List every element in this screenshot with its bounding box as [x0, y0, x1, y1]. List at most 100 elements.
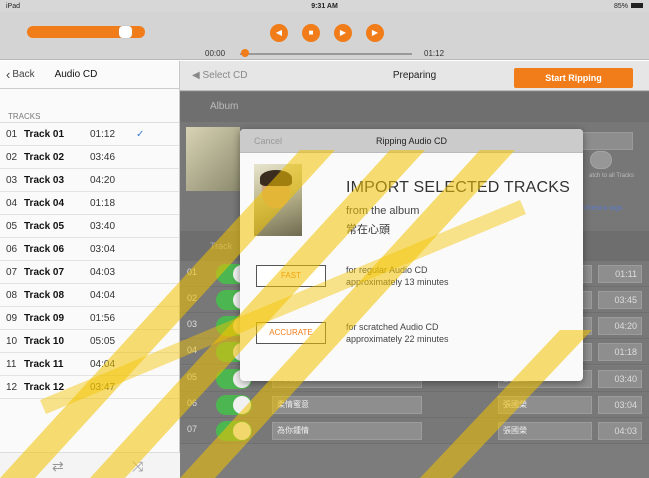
- track-number: 07: [6, 266, 18, 278]
- track-duration: 03:40: [90, 220, 116, 232]
- track-list: 01 Track 01 01:12 ✓ 02 Track 02 03:46 03 Track 0…: [0, 123, 179, 399]
- cover-hair: [260, 170, 292, 186]
- track-duration: 04:03: [90, 266, 116, 278]
- track-artist-field[interactable]: 張國榮: [498, 422, 592, 440]
- sidebar-track-row[interactable]: 03 Track 03 04:20: [0, 169, 179, 192]
- sidebar-track-row[interactable]: 05 Track 05 03:40: [0, 215, 179, 238]
- shuffle-icon[interactable]: ⤨: [132, 458, 143, 475]
- sidebar-track-row[interactable]: 02 Track 02 03:46: [0, 146, 179, 169]
- track-title: Track 11: [24, 358, 64, 370]
- track-duration: 01:11: [598, 265, 642, 283]
- track-duration: 01:12: [90, 128, 116, 140]
- album-name: 常在心頭: [346, 224, 390, 236]
- accurate-description-line2: approximately 22 minutes: [346, 334, 449, 344]
- track-duration: 03:47: [90, 381, 116, 393]
- track-number: 02: [6, 151, 18, 163]
- track-number: 06: [187, 398, 198, 408]
- play-icon[interactable]: ▶: [334, 24, 352, 42]
- sidebar: ‹ Back Audio CD TRACKS 01 Track 01 01:12 ✓ 0…: [0, 61, 180, 478]
- album-section-header: Album: [180, 92, 649, 122]
- dialog-header: Cancel Ripping Audio CD: [240, 129, 583, 153]
- track-number: 04: [6, 197, 18, 209]
- sidebar-track-row[interactable]: 04 Track 04 01:18: [0, 192, 179, 215]
- tracks-section-header: TRACKS: [0, 89, 179, 123]
- orchestra-tags-link[interactable]: rchestra tags: [582, 205, 622, 212]
- repeat-icon[interactable]: ⇄: [52, 458, 64, 475]
- track-duration: 05:05: [90, 335, 116, 347]
- seek-knob[interactable]: [241, 49, 249, 57]
- sidebar-track-row[interactable]: 08 Track 08 04:04: [0, 284, 179, 307]
- track-title: Track 07: [24, 266, 65, 278]
- checkmark-icon: ✓: [136, 128, 145, 140]
- total-time: 01:12: [424, 49, 445, 58]
- include-track-toggle[interactable]: [216, 395, 252, 415]
- track-number: 03: [6, 174, 18, 186]
- chevron-left-icon: ‹: [6, 67, 11, 82]
- main-nav: ◀ Select CD Preparing Start Ripping: [180, 61, 649, 91]
- sidebar-nav: ‹ Back Audio CD: [0, 61, 179, 89]
- start-ripping-button[interactable]: Start Ripping: [514, 68, 633, 88]
- track-duration: 04:20: [598, 317, 642, 335]
- track-title: Track 10: [24, 335, 65, 347]
- fast-description-line2: approximately 13 minutes: [346, 277, 449, 287]
- stop-icon[interactable]: ■: [302, 24, 320, 42]
- include-track-toggle[interactable]: [216, 421, 252, 441]
- fast-description: for regular Audio CD approximately 13 mi…: [346, 264, 449, 288]
- seek-bar[interactable]: [240, 53, 412, 55]
- sidebar-track-row[interactable]: 09 Track 09 01:56: [0, 307, 179, 330]
- track-number: 11: [6, 358, 17, 370]
- fast-description-line1: for regular Audio CD: [346, 265, 428, 275]
- album-cover-background: [186, 127, 240, 191]
- track-duration: 01:18: [90, 197, 116, 209]
- fast-button[interactable]: FAST: [256, 265, 326, 287]
- track-title-field[interactable]: 柔情蜜意: [272, 396, 422, 414]
- rewind-icon[interactable]: ◀: [270, 24, 288, 42]
- track-duration: 03:46: [90, 151, 116, 163]
- sidebar-track-row[interactable]: 01 Track 01 01:12 ✓: [0, 123, 179, 146]
- track-duration: 04:03: [598, 422, 642, 440]
- dialog-title: Ripping Audio CD: [375, 136, 448, 146]
- track-duration: 03:04: [598, 396, 642, 414]
- accurate-button[interactable]: ACCURATE: [256, 322, 326, 344]
- back-button[interactable]: ‹ Back: [0, 67, 35, 82]
- track-number: 02: [187, 293, 198, 303]
- track-title: Track 08: [24, 289, 65, 301]
- status-time: 9:31 AM: [311, 2, 338, 10]
- apply-to-all-toggle[interactable]: [590, 151, 612, 169]
- track-number: 07: [187, 424, 198, 434]
- track-duration: 04:04: [90, 289, 116, 301]
- apply-to-all-label: atch to all Tracks: [589, 173, 635, 179]
- track-number: 08: [6, 289, 18, 301]
- album-field[interactable]: [575, 132, 633, 150]
- accurate-description: for scratched Audio CD approximately 22 …: [346, 321, 449, 345]
- track-title: Track 02: [24, 151, 65, 163]
- sidebar-track-row[interactable]: 11 Track 11 04:04: [0, 353, 179, 376]
- track-title: Track 05: [24, 220, 65, 232]
- player-controls: ◀ ◀ ■ ▶ ▶ 00:00 01:12: [0, 12, 649, 60]
- track-title: Track 01: [24, 128, 65, 140]
- fast-forward-icon[interactable]: ▶: [366, 24, 384, 42]
- track-artist-field[interactable]: 張國榮: [498, 396, 592, 414]
- sidebar-track-row[interactable]: 06 Track 06 03:04: [0, 238, 179, 261]
- import-heading: IMPORT SELECTED TRACKS: [346, 179, 571, 196]
- track-title-field[interactable]: 為你鍾情: [272, 422, 422, 440]
- sidebar-track-row[interactable]: 10 Track 10 05:05: [0, 330, 179, 353]
- track-number: 06: [6, 243, 18, 255]
- album-cover: [254, 164, 302, 236]
- status-bar: iPad 9:31 AM 85%: [0, 0, 649, 12]
- sidebar-track-row[interactable]: 07 Track 07 04:03: [0, 261, 179, 284]
- sidebar-track-row[interactable]: 12 Track 12 03:47: [0, 376, 179, 399]
- track-row: 06 柔情蜜意 張國榮 03:04: [180, 392, 649, 418]
- volume-knob[interactable]: [119, 26, 133, 38]
- track-duration: 04:20: [90, 174, 116, 186]
- track-number: 01: [187, 267, 198, 277]
- track-number: 05: [187, 372, 198, 382]
- back-label: Back: [12, 69, 35, 80]
- track-title: Track 03: [24, 174, 65, 186]
- track-number: 05: [6, 220, 18, 232]
- track-number: 03: [187, 319, 198, 329]
- track-duration: 03:40: [598, 370, 642, 388]
- track-number: 10: [6, 335, 18, 347]
- track-number: 09: [6, 312, 18, 324]
- track-duration: 04:04: [90, 358, 116, 370]
